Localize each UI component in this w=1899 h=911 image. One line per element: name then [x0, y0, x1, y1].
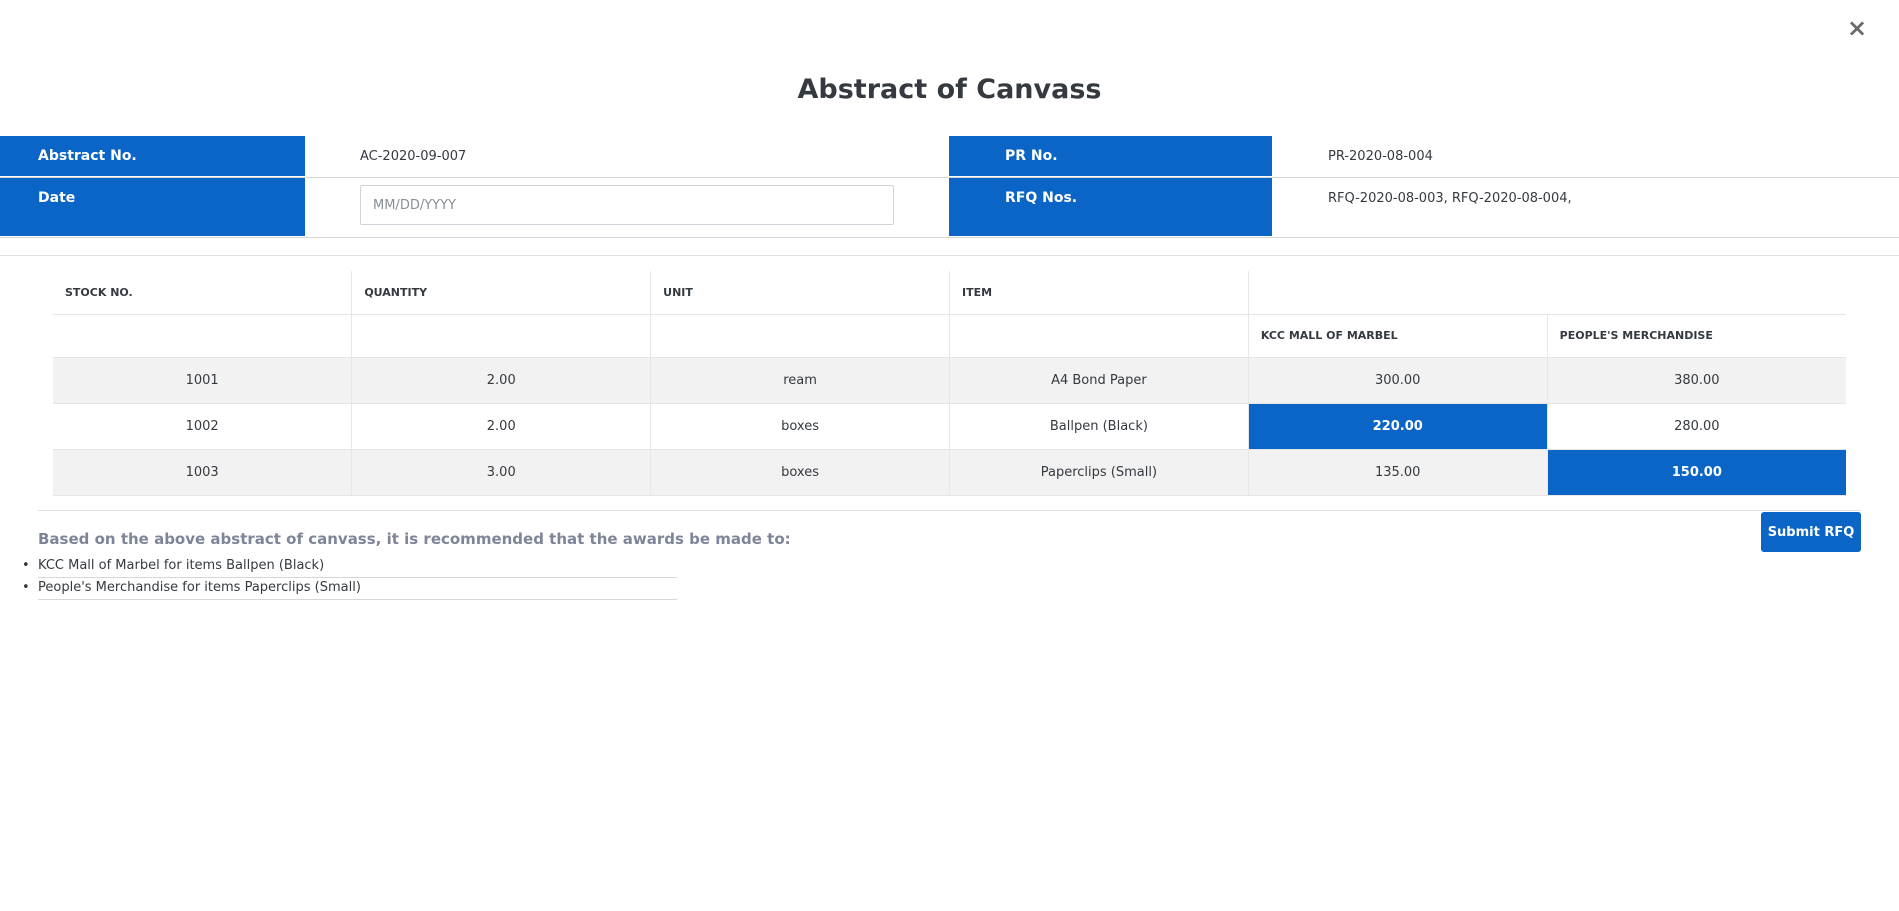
- cell-quantity: 3.00: [351, 449, 652, 496]
- table-footer-divider: [38, 510, 1861, 511]
- rfq-nos-value: RFQ-2020-08-003, RFQ-2020-08-004,: [1328, 191, 1572, 206]
- close-icon[interactable]: ×: [1845, 16, 1869, 40]
- cell-stock-no: 1003: [53, 449, 353, 496]
- page-title: Abstract of Canvass: [797, 74, 1102, 105]
- cell-unit: ream: [650, 357, 950, 404]
- pr-no-value: PR-2020-08-004: [1328, 149, 1433, 164]
- header-blank: [53, 314, 353, 358]
- cell-price-peoples[interactable]: 380.00: [1547, 357, 1846, 404]
- list-item: KCC Mall of Marbel for items Ballpen (Bl…: [22, 556, 677, 578]
- header-stock-no: STOCK NO.: [53, 271, 353, 315]
- cell-quantity: 2.00: [351, 357, 652, 404]
- abstract-info-grid: Abstract No. AC-2020-09-007 PR No. PR-20…: [0, 136, 1899, 238]
- header-quantity: QUANTITY: [351, 271, 652, 315]
- pr-no-label: PR No.: [949, 136, 1272, 177]
- header-item: ITEM: [949, 271, 1249, 315]
- table-row: 1003 3.00 boxes Paperclips (Small) 135.0…: [53, 449, 1846, 496]
- date-field-cell: [305, 178, 949, 237]
- info-row-2: Date RFQ Nos. RFQ-2020-08-003, RFQ-2020-…: [0, 178, 1899, 238]
- cell-unit: boxes: [650, 403, 950, 450]
- header-suppliers-group: [1248, 271, 1846, 315]
- cell-stock-no: 1001: [53, 357, 353, 404]
- table-header-row: STOCK NO. QUANTITY UNIT ITEM: [53, 271, 1846, 315]
- submit-rfq-button[interactable]: Submit RFQ: [1761, 512, 1861, 552]
- abstract-no-value: AC-2020-09-007: [360, 149, 467, 164]
- cell-item: Paperclips (Small): [949, 449, 1249, 496]
- cell-price-peoples-awarded[interactable]: 150.00: [1547, 449, 1846, 496]
- table-row: 1002 2.00 boxes Ballpen (Black) 220.00 2…: [53, 403, 1846, 450]
- recommendation-list: KCC Mall of Marbel for items Ballpen (Bl…: [22, 556, 677, 600]
- cell-item: A4 Bond Paper: [949, 357, 1249, 404]
- header-blank: [351, 314, 652, 358]
- cell-price-kcc-awarded[interactable]: 220.00: [1248, 403, 1548, 450]
- recommendation-title: Based on the above abstract of canvass, …: [38, 530, 791, 548]
- abstract-no-label: Abstract No.: [0, 136, 305, 177]
- info-row-1: Abstract No. AC-2020-09-007 PR No. PR-20…: [0, 136, 1899, 178]
- cell-quantity: 2.00: [351, 403, 652, 450]
- header-supplier-peoples: PEOPLE'S MERCHANDISE: [1547, 314, 1846, 358]
- cell-stock-no: 1002: [53, 403, 353, 450]
- table-supplier-row: KCC MALL OF MARBEL PEOPLE'S MERCHANDISE: [53, 314, 1846, 358]
- rfq-nos-label: RFQ Nos.: [949, 178, 1272, 237]
- header-blank: [949, 314, 1249, 358]
- canvass-table: STOCK NO. QUANTITY UNIT ITEM KCC MALL OF…: [53, 271, 1846, 496]
- list-item: People's Merchandise for items Paperclip…: [22, 578, 677, 600]
- cell-item: Ballpen (Black): [949, 403, 1249, 450]
- section-divider: [0, 255, 1899, 256]
- cell-price-kcc[interactable]: 135.00: [1248, 449, 1548, 496]
- cell-price-peoples[interactable]: 280.00: [1547, 403, 1846, 450]
- header-supplier-kcc: KCC MALL OF MARBEL: [1248, 314, 1548, 358]
- table-row: 1001 2.00 ream A4 Bond Paper 300.00 380.…: [53, 357, 1846, 404]
- date-label: Date: [0, 178, 305, 237]
- cell-price-kcc[interactable]: 300.00: [1248, 357, 1548, 404]
- cell-unit: boxes: [650, 449, 950, 496]
- date-input[interactable]: [360, 185, 894, 225]
- header-blank: [650, 314, 950, 358]
- header-unit: UNIT: [650, 271, 950, 315]
